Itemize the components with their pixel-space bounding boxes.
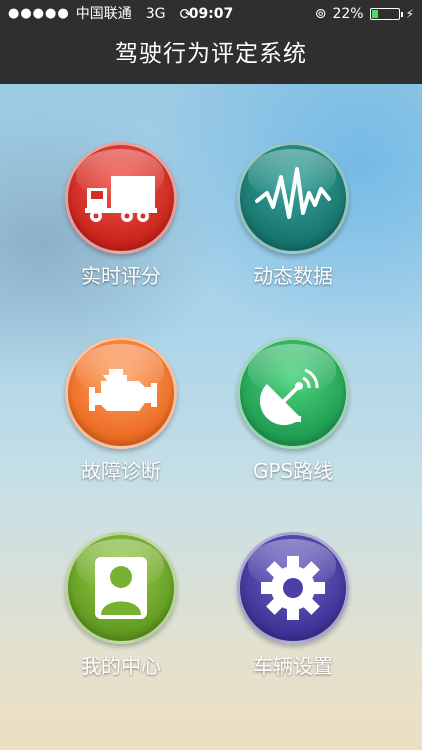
engine-icon [89, 369, 157, 411]
menu-item-label: 车辆设置 [253, 654, 333, 678]
menu-item-label: 实时评分 [81, 264, 161, 288]
menu-item-label: 故障诊断 [81, 459, 161, 483]
satellite-dish-icon [259, 368, 319, 426]
battery-level-fill [371, 10, 378, 18]
menu-item-fault-diagnosis[interactable]: 故障诊断 [31, 337, 211, 484]
main-menu: 实时评分 动态数据 故障诊断 GPS路线 我的中心 车辆设置 [0, 84, 422, 750]
user-icon [95, 557, 147, 619]
menu-item-label: 动态数据 [253, 264, 333, 288]
menu-item-vehicle-settings[interactable]: 车辆设置 [203, 532, 383, 679]
page-title: 驾驶行为评定系统 [115, 41, 307, 67]
waveform-icon [255, 167, 331, 219]
app-screen: ●●●●● 中国联通 3G ⟳ 09:07 ⊚ 22% ⚡ 驾驶行为评定系统 实… [0, 0, 422, 750]
battery-icon [369, 8, 403, 20]
menu-item-label: 我的中心 [81, 654, 161, 678]
menu-item-circle [237, 337, 349, 449]
menu-item-gps-route[interactable]: GPS路线 [203, 337, 383, 484]
menu-item-circle [65, 532, 177, 644]
menu-item-circle [237, 532, 349, 644]
menu-item-realtime-score[interactable]: 实时评分 [31, 142, 211, 289]
status-right: ⊚ 22% ⚡ [315, 0, 414, 28]
rotation-lock-icon: ⊚ [314, 6, 327, 22]
charging-icon: ⚡ [405, 7, 414, 21]
menu-item-circle [65, 142, 177, 254]
menu-item-label: GPS路线 [252, 459, 334, 483]
top-bar: ●●●●● 中国联通 3G ⟳ 09:07 ⊚ 22% ⚡ 驾驶行为评定系统 [0, 0, 422, 84]
menu-item-circle [65, 337, 177, 449]
menu-item-dynamic-data[interactable]: 动态数据 [203, 142, 383, 289]
gear-icon [261, 556, 325, 620]
menu-item-my-center[interactable]: 我的中心 [31, 532, 211, 679]
truck-icon [85, 176, 157, 222]
status-bar: ●●●●● 中国联通 3G ⟳ 09:07 ⊚ 22% ⚡ [0, 0, 422, 28]
menu-item-circle [237, 142, 349, 254]
battery-percent: 22% [332, 6, 364, 22]
